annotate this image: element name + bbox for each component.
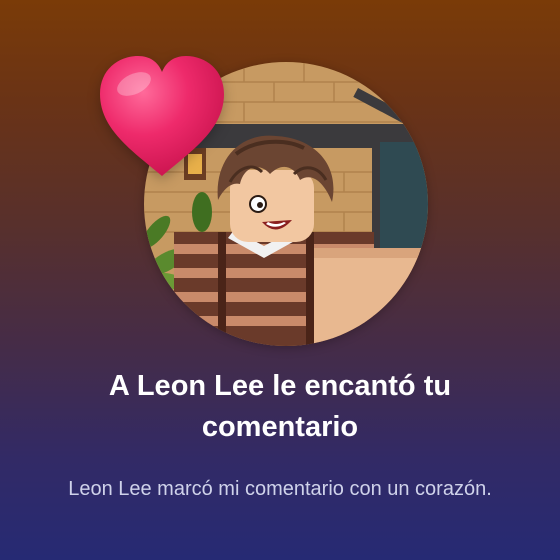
notification-message: Leon Lee marcó mi comentario con un cora… (68, 478, 492, 500)
notification-card: A Leon Lee le encantó tu comentario Leon… (0, 0, 560, 560)
notification-title: A Leon Lee le encantó tu comentario (108, 370, 452, 443)
heart-icon (94, 52, 230, 180)
